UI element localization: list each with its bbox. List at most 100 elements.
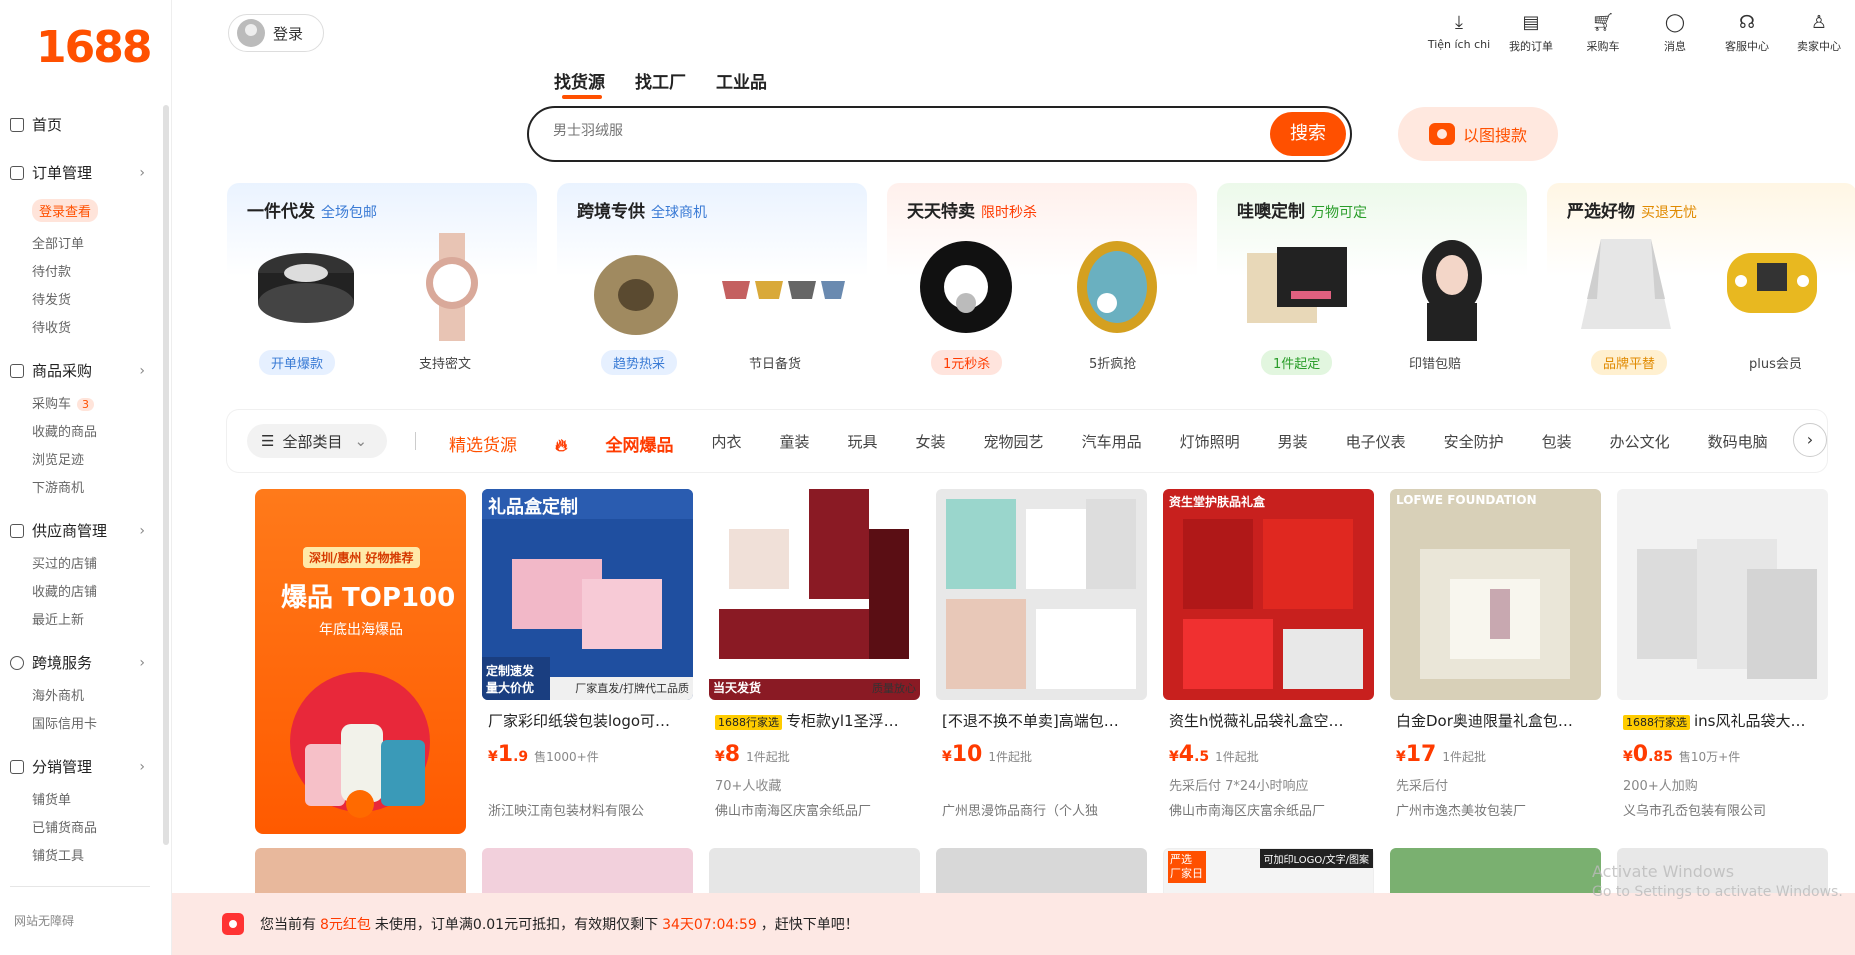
nav-cart[interactable]: 🛒︎ 采购车: [1567, 12, 1639, 54]
sidebar-item-dist-tools[interactable]: 铺货工具: [32, 845, 84, 864]
product-card[interactable]: 1688行家选 ins风礼品袋大… ¥0.85 售10万+件 200+人加购 义乌市孔岙包…: [1617, 489, 1828, 834]
product-image[interactable]: [1717, 233, 1827, 341]
product-title[interactable]: 白金Dor奥迪限量礼盒包…: [1396, 710, 1596, 731]
shop-name[interactable]: 佛山市南海区庆富余纸品厂: [1169, 800, 1374, 819]
product-image[interactable]: [936, 489, 1147, 700]
product-image[interactable]: 资生堂护肤品礼盒: [1163, 489, 1374, 700]
login-button[interactable]: 登录: [228, 14, 324, 52]
tab-find-factory[interactable]: 找工厂: [635, 68, 686, 93]
product-image[interactable]: 礼品盒定制 定制速发 量大价优 厂家直发/打牌代工品质: [482, 489, 693, 700]
category-item[interactable]: 包装: [1542, 431, 1572, 456]
sidebar-item-fav-shops[interactable]: 收藏的店铺: [32, 581, 97, 600]
hero-card[interactable]: 深圳/惠州 好物推荐 爆品 TOP100 年底出海爆品: [255, 489, 466, 834]
sidebar-item-pending-shipment[interactable]: 待发货: [32, 289, 71, 308]
product-card[interactable]: [不退不换不单卖]高端包… ¥10 1件起批 广州思漫饰品商行（个人独: [936, 489, 1147, 834]
product-image[interactable]: [911, 233, 1021, 341]
product-image[interactable]: [581, 233, 691, 341]
category-item[interactable]: 宠物园艺: [984, 431, 1044, 456]
category-item[interactable]: 男装: [1278, 431, 1308, 456]
sidebar-item-credit-card[interactable]: 国际信用卡: [32, 713, 97, 732]
sidebar-item-login-view[interactable]: 登录查看: [32, 199, 99, 222]
product-title[interactable]: 资生h悦薇礼品袋礼盒空…: [1169, 710, 1369, 731]
sidebar-supplier[interactable]: 供应商管理 ›: [10, 520, 145, 541]
product-image[interactable]: [251, 233, 361, 341]
shop-name[interactable]: 广州思漫饰品商行（个人独: [942, 800, 1147, 819]
sidebar-item-pending-receipt[interactable]: 待收货: [32, 317, 71, 336]
search-input[interactable]: [553, 122, 1193, 138]
product-card[interactable]: 礼品盒定制 定制速发 量大价优 厂家直发/打牌代工品质 厂家彩印纸袋包装logo可… ¥…: [482, 489, 693, 834]
promo-title: 跨境专供 全球商机: [577, 197, 707, 222]
shop-name[interactable]: 广州市逸杰美妆包装厂: [1396, 800, 1601, 819]
product-card[interactable]: 资生堂护肤品礼盒 资生h悦薇礼品袋礼盒空… ¥4.5 1件起批 先采后付 7*24小时响…: [1163, 489, 1374, 834]
category-next-button[interactable]: ›: [1793, 423, 1827, 457]
sidebar-item-history[interactable]: 浏览足迹: [32, 449, 84, 468]
category-item[interactable]: 办公文化: [1610, 431, 1670, 456]
sidebar-item-overseas[interactable]: 海外商机: [32, 685, 84, 704]
product-image[interactable]: [1241, 233, 1351, 341]
category-item[interactable]: 灯饰照明: [1180, 431, 1240, 456]
product-title[interactable]: [不退不换不单卖]高端包…: [942, 710, 1142, 731]
promo-card-dropship[interactable]: 一件代发 全场包邮 开单爆款 支持密文: [227, 183, 537, 391]
product-title[interactable]: 1688行家选 ins风礼品袋大…: [1623, 710, 1823, 731]
product-image[interactable]: [1397, 233, 1507, 341]
category-item[interactable]: 安全防护: [1444, 431, 1504, 456]
category-item[interactable]: 童装: [780, 431, 810, 456]
all-categories-dropdown[interactable]: ☰ 全部类目 ⌄: [247, 424, 387, 458]
product-image[interactable]: 新款礼盒 当天发货 质量放心: [709, 489, 920, 700]
search-button[interactable]: 搜索: [1270, 112, 1346, 156]
sidebar-distribution[interactable]: 分销管理 ›: [10, 756, 145, 777]
sidebar-item-cart[interactable]: 采购车 3: [32, 393, 95, 412]
shop-name[interactable]: 浙江映江南包装材料有限公: [488, 800, 693, 819]
category-featured[interactable]: 精选货源: [449, 431, 517, 456]
category-hot[interactable]: 🔥︎ 全网爆品: [555, 431, 673, 456]
shop-name[interactable]: 义乌市孔岙包装有限公司: [1623, 800, 1828, 819]
red-packet-banner[interactable]: 您当前有 8元红包 未使用，订单满0.01元可抵扣，有效期仅剩下 34天07:0…: [172, 893, 1855, 955]
nav-extension[interactable]: ⤓ Tiện ích chi: [1423, 12, 1495, 54]
product-card[interactable]: 新款礼盒 当天发货 质量放心 1688行家选 专柜款yl1圣浮… ¥8 1件起批 70+人收藏…: [709, 489, 920, 834]
nav-my-orders[interactable]: ▤ 我的订单: [1495, 12, 1567, 54]
product-image[interactable]: [397, 233, 507, 341]
sidebar-purchase[interactable]: 商品采购 ›: [10, 360, 145, 381]
category-item[interactable]: 电子仪表: [1346, 431, 1406, 456]
tab-find-source[interactable]: 找货源: [554, 68, 605, 99]
image-search-button[interactable]: 以图搜款: [1398, 107, 1558, 161]
promo-card-custom[interactable]: 哇噢定制 万物可定 1件起定 印错包赔: [1217, 183, 1527, 391]
promo-card-select[interactable]: 严选好物 买退无忧 品牌平替 plus会员: [1547, 183, 1855, 391]
sidebar-orders[interactable]: 订单管理 ›: [10, 162, 145, 183]
tab-industrial[interactable]: 工业品: [716, 68, 767, 93]
product-image[interactable]: [1067, 233, 1177, 341]
product-image[interactable]: [1617, 489, 1828, 700]
shop-name-text: 佛山市南海区庆富余纸品厂: [715, 804, 872, 819]
nav-messages[interactable]: ◯ 消息: [1639, 12, 1711, 54]
product-image[interactable]: [1571, 233, 1681, 341]
category-item[interactable]: 内衣: [711, 431, 741, 456]
sidebar-item-downstream[interactable]: 下游商机: [32, 477, 84, 496]
sidebar-home[interactable]: 首页: [10, 114, 145, 135]
sidebar-item-bought-shops[interactable]: 买过的店铺: [32, 553, 97, 572]
promo-card-flashsale[interactable]: 天天特卖 限时秒杀 1元秒杀 5折疯抢: [887, 183, 1197, 391]
sidebar-item-dist-list[interactable]: 铺货单: [32, 789, 71, 808]
product-card[interactable]: LOFWE FOUNDATION 白金Dor奥迪限量礼盒包… ¥17 1件起批 先采后付…: [1390, 489, 1601, 834]
sidebar-item-pending-payment[interactable]: 待付款: [32, 261, 71, 280]
nav-service[interactable]: ☊ 客服中心: [1711, 12, 1783, 54]
logo[interactable]: 1688: [36, 22, 152, 73]
sidebar-item-favorites[interactable]: 收藏的商品: [32, 421, 97, 440]
accessibility-link[interactable]: 网站无障碍: [14, 912, 74, 929]
product-image[interactable]: LOFWE FOUNDATION: [1390, 489, 1601, 700]
sidebar-item-all-orders[interactable]: 全部订单: [32, 233, 84, 252]
promo-card-crossborder[interactable]: 跨境专供 全球商机 趋势热采 节日备货: [557, 183, 867, 391]
product-title[interactable]: 1688行家选 专柜款yl1圣浮…: [715, 710, 915, 731]
category-item[interactable]: 玩具: [848, 431, 878, 456]
hero-banner[interactable]: 深圳/惠州 好物推荐 爆品 TOP100 年底出海爆品: [255, 489, 466, 834]
sidebar-crossborder[interactable]: 跨境服务 ›: [10, 652, 145, 673]
category-item[interactable]: 数码电脑: [1708, 431, 1768, 456]
category-item[interactable]: 女装: [916, 431, 946, 456]
shop-name[interactable]: 佛山市南海区庆富余纸品厂: [715, 800, 920, 819]
product-image[interactable]: [717, 233, 845, 341]
category-item[interactable]: 汽车用品: [1082, 431, 1142, 456]
sidebar-scrollbar[interactable]: [163, 105, 169, 845]
sidebar-item-new-arrivals[interactable]: 最近上新: [32, 609, 84, 628]
sidebar-item-dist-done[interactable]: 已铺货商品: [32, 817, 97, 836]
nav-seller[interactable]: ♙ 卖家中心: [1783, 12, 1855, 54]
product-title[interactable]: 厂家彩印纸袋包装logo可…: [488, 710, 688, 731]
